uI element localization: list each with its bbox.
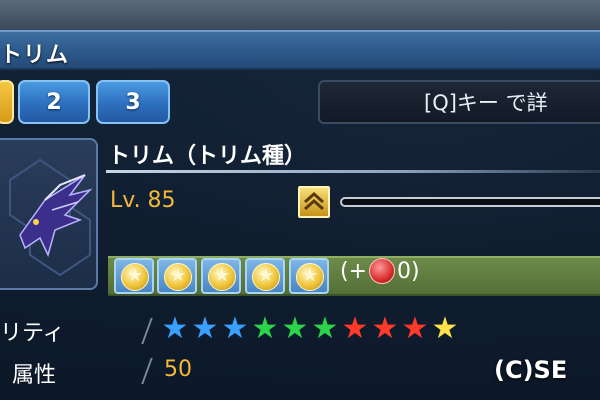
bonus-counter: (+ 0) — [340, 258, 420, 284]
star-medal-icon: ★ — [114, 258, 154, 294]
rarity-star-icon: ★ — [371, 311, 399, 346]
window-titlebar: トリム — [0, 30, 600, 70]
tab-2[interactable]: 2 — [18, 80, 90, 124]
star-medal-icon: ★ — [157, 258, 197, 294]
experience-bar — [340, 197, 600, 207]
rarity-star-icon: ★ — [251, 311, 279, 346]
tab-1[interactable] — [0, 80, 14, 124]
bird-creature-icon — [9, 158, 93, 277]
star-medal-icon: ★ — [201, 258, 241, 294]
rarity-star-icon: ★ — [191, 311, 219, 346]
rarity-star-icon: ★ — [311, 311, 339, 346]
key-hint-text: [Q]キー で詳 — [424, 91, 548, 115]
attribute-label: 属性 — [12, 363, 57, 388]
pet-level: Lv. 85 — [110, 188, 176, 213]
attribute-value: 50 — [164, 357, 192, 382]
rarity-star-icon: ★ — [281, 311, 309, 346]
rarity-star-icon: ★ — [431, 311, 459, 346]
rarity-star-icon: ★ — [161, 311, 189, 346]
red-gem-icon — [369, 258, 396, 284]
rarity-label: リティ — [0, 321, 65, 346]
rank-up-chevron-icon — [298, 186, 330, 218]
key-hint-bar: [Q]キー で詳 — [318, 80, 600, 124]
tab-3-label: 3 — [125, 89, 141, 115]
bonus-suffix: 0) — [397, 258, 420, 284]
name-underline — [106, 170, 600, 173]
rarity-stars: ★ ★ ★ ★ ★ ★ ★ ★ ★ ★ — [160, 312, 460, 346]
pet-portrait — [0, 138, 98, 290]
bonus-prefix: (+ — [340, 258, 368, 284]
star-medal-icon: ★ — [289, 258, 329, 294]
rarity-star-icon: ★ — [401, 311, 429, 346]
rarity-star-icon: ★ — [341, 311, 369, 346]
tab-3[interactable]: 3 — [96, 80, 170, 124]
pet-name: トリム（トリム種） — [108, 144, 307, 169]
copyright-text: (C)SE — [494, 356, 568, 384]
window-title: トリム — [0, 43, 70, 68]
star-medal-icon: ★ — [245, 258, 285, 294]
rarity-star-icon: ★ — [221, 311, 249, 346]
tab-2-label: 2 — [46, 89, 62, 115]
